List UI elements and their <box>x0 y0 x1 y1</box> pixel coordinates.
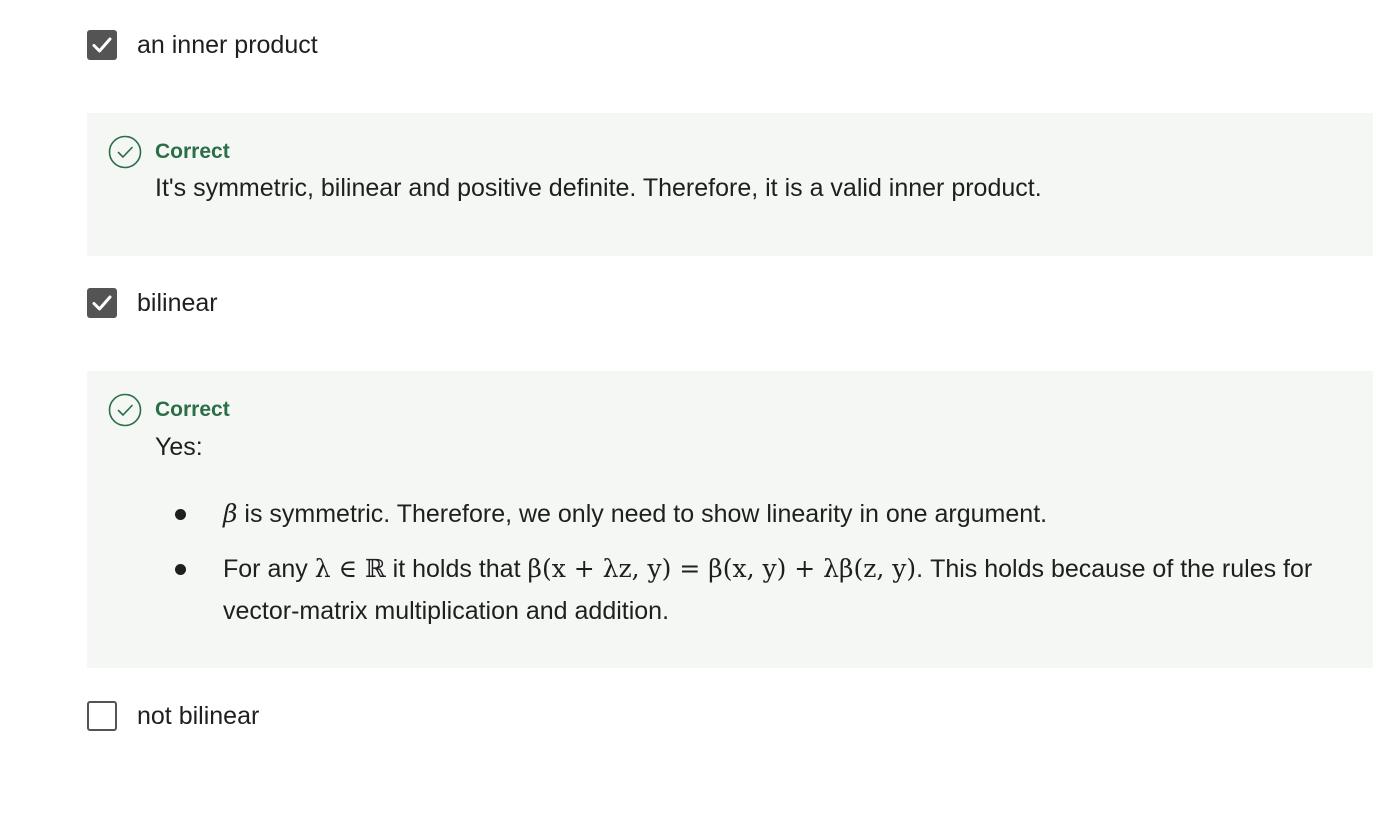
bullet-text: is symmetric. Therefore, we only need to… <box>237 500 1048 528</box>
math-linearity-equation: β(x + λz, y) = β(x, y) + λβ(z, y) <box>527 554 917 583</box>
check-circle-icon <box>108 393 142 427</box>
bullet-prefix: For any <box>223 555 315 583</box>
option-label: an inner product <box>137 30 318 59</box>
check-icon <box>92 37 112 53</box>
math-beta: β <box>223 499 238 528</box>
option-bilinear[interactable]: bilinear <box>87 287 218 319</box>
check-circle-icon <box>108 135 142 169</box>
checkbox-checked[interactable] <box>87 288 117 318</box>
feedback-intro: Yes: <box>155 433 203 461</box>
option-not-bilinear[interactable]: not bilinear <box>87 700 259 732</box>
feedback-text: It's symmetric, bilinear and positive de… <box>155 174 1042 202</box>
option-an-inner-product[interactable]: an inner product <box>87 29 318 61</box>
option-label: not bilinear <box>137 701 260 730</box>
feedback-panel: Correct Yes: β is symmetric. Therefore, … <box>87 371 1373 668</box>
feedback-status: Correct <box>155 140 230 163</box>
feedback-bullet-list: β is symmetric. Therefore, we only need … <box>155 493 1343 632</box>
bullet-middle: it holds that <box>385 555 528 583</box>
feedback-status: Correct <box>155 398 230 421</box>
math-lambda-in-reals: λ ∈ ℝ <box>314 554 386 583</box>
quiz-question-options: an inner product Correct It's symmetric,… <box>0 0 1390 822</box>
list-item: β is symmetric. Therefore, we only need … <box>155 493 1343 535</box>
option-label: bilinear <box>137 288 218 317</box>
check-icon <box>92 295 112 311</box>
bullet-dot <box>175 509 186 520</box>
feedback-panel: Correct It's symmetric, bilinear and pos… <box>87 113 1373 256</box>
bullet-dot <box>175 564 186 575</box>
list-item: For any λ ∈ ℝ it holds that β(x + λz, y)… <box>155 548 1343 632</box>
checkbox-unchecked[interactable] <box>87 701 117 731</box>
checkbox-checked[interactable] <box>87 30 117 60</box>
